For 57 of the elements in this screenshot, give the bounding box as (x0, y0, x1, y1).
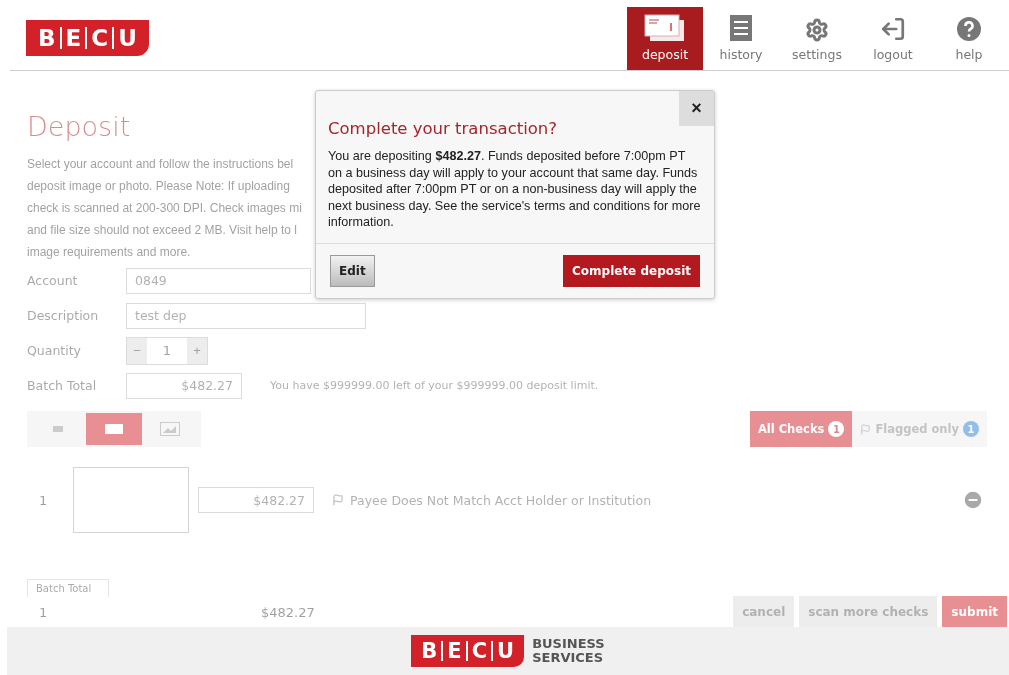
field-label: Batch Total (27, 378, 98, 393)
edit-button[interactable]: Edit (330, 254, 375, 287)
list-view-icon (53, 426, 63, 432)
tagline-text: BUSINESS (532, 637, 605, 651)
check-number: 1 (38, 492, 49, 508)
receipt-icon (729, 14, 753, 42)
total-field: $482.27 (126, 372, 242, 399)
flag-icon (332, 494, 344, 506)
input-field[interactable]: 0849 (126, 267, 311, 294)
field-label: Quantity (27, 343, 83, 358)
intro-text: check is scanned at 200-300 DPI. Check images mi (27, 200, 302, 217)
decrement-button[interactable]: − (127, 337, 147, 364)
filter-tab[interactable]: All Checks 1 (749, 411, 853, 447)
flag-icon (860, 423, 872, 435)
logo: B E C U (411, 635, 525, 667)
limit-note: You have $999999.00 left of your $999999.00 deposit limit. (270, 379, 599, 392)
nav-tab[interactable]: deposit (627, 7, 703, 70)
quantity-value: 1 (161, 342, 173, 360)
page-title: Deposit (27, 111, 131, 144)
field-label: Description (27, 308, 100, 323)
input-field[interactable]: test dep (126, 302, 366, 329)
check-thumbnail[interactable] (73, 467, 189, 533)
card-view-icon (105, 424, 123, 434)
flag-message: Payee Does Not Match Acct Holder or Institution (350, 492, 652, 508)
table-cell-text: $482.27 (260, 604, 316, 620)
intro-text: image requirements and more. (27, 244, 191, 261)
close-button[interactable]: × (679, 91, 714, 126)
action-button[interactable]: scan more checks (799, 596, 938, 627)
quantity-stepper[interactable]: − 1 + (126, 336, 208, 365)
dialog-message: You are depositing $482.27. Funds deposited before 7:00pm PT on a business day will apply to your account that same day. Funds deposited after 7:00pm PT or on a non-business day will apply the next business day. See the service's terms and conditions for more information. (327, 148, 702, 231)
count-badge: 1 (963, 421, 979, 437)
logout-icon (880, 16, 906, 42)
cheque-icon (644, 14, 686, 42)
intro-text: Select your account and follow the instructions bel (27, 156, 294, 173)
action-button[interactable]: cancel (733, 596, 795, 627)
help-icon (956, 16, 982, 42)
nav-tab[interactable]: help (931, 7, 1007, 70)
table-cell-text: 1 (38, 604, 49, 620)
image-icon (160, 422, 180, 436)
increment-button[interactable]: + (187, 337, 207, 364)
view-button[interactable] (86, 413, 142, 445)
action-button[interactable]: submit (942, 596, 1007, 627)
intro-text: deposit image or photo. Please Note: If uploading (27, 178, 290, 195)
logo: B E C U (26, 20, 149, 56)
nav-tab[interactable]: logout (855, 7, 931, 70)
amount-field[interactable]: $482.27 (198, 487, 314, 513)
tagline-text: SERVICES (532, 651, 605, 665)
dialog-title: Complete your transaction? (328, 119, 559, 138)
nav-tab[interactable]: history (703, 7, 779, 70)
count-badge: 1 (828, 421, 845, 437)
complete-deposit-button[interactable]: Complete deposit (563, 254, 700, 287)
filter-label: All Checks (757, 422, 825, 436)
settings-icon (805, 18, 829, 42)
intro-text: and file size should not exceed 2 MB. Visit help to l (27, 222, 297, 239)
field-label: Account (27, 273, 79, 288)
remove-icon[interactable] (962, 489, 984, 511)
nav-tab[interactable]: settings (779, 7, 855, 70)
